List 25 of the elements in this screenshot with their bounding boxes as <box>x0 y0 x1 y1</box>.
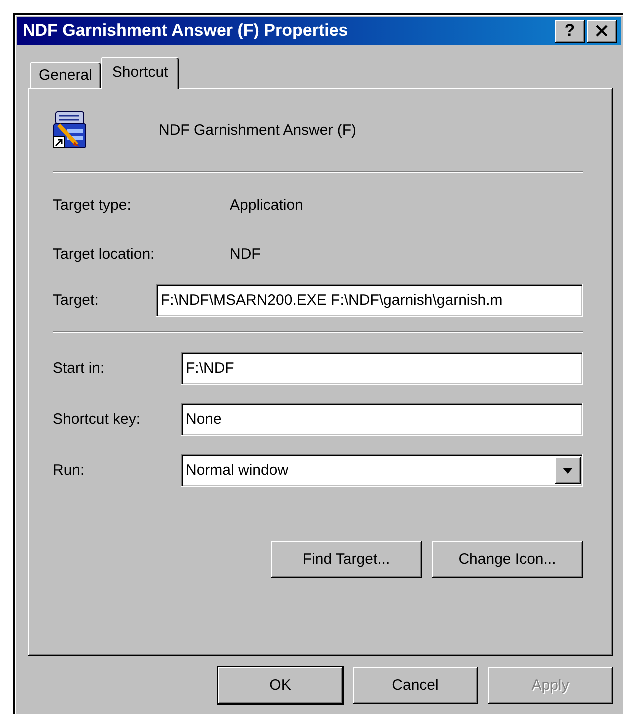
input-field[interactable]: F:\NDF <box>181 352 583 385</box>
app-icon <box>53 111 87 149</box>
target-field[interactable]: F:\NDF\MSARN200.EXE F:\NDF\garnish\garnish.m <box>156 284 583 316</box>
window-title: NDF Garnishment Answer (F) Properties <box>23 21 348 41</box>
field-value: NDF <box>230 246 261 263</box>
field-label: Target type: <box>53 197 132 214</box>
tab[interactable]: General <box>30 62 102 88</box>
field-label: Target: <box>53 292 100 308</box>
input-field[interactable]: None <box>181 403 583 436</box>
close-icon <box>595 25 609 37</box>
help-button[interactable]: ? <box>555 20 585 42</box>
field-label: Target location: <box>53 246 156 263</box>
field-label: Shortcut key: <box>53 411 142 428</box>
run-dropdown[interactable]: Normal window <box>181 454 583 487</box>
field-label: Run: <box>53 462 86 479</box>
action-button[interactable]: Find Target... <box>271 541 422 578</box>
field-label: Start in: <box>53 360 106 377</box>
tab[interactable]: Shortcut <box>101 57 180 89</box>
close-button[interactable] <box>587 20 617 42</box>
dropdown-arrow-icon <box>563 468 573 474</box>
shortcut-name: NDF Garnishment Answer (F) <box>159 122 357 138</box>
dialog-button[interactable]: OK <box>218 667 343 704</box>
action-button[interactable]: Change Icon... <box>432 541 583 578</box>
dialog-button[interactable]: Cancel <box>353 667 478 704</box>
field-value: Application <box>230 197 304 214</box>
